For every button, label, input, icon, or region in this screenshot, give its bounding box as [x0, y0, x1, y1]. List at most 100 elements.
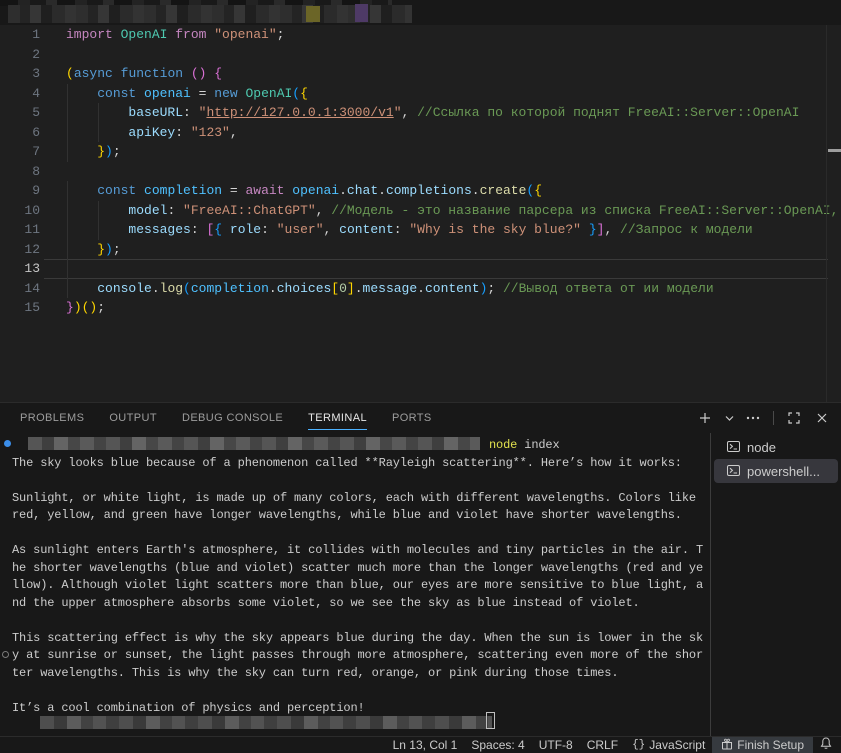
token-def: .	[152, 281, 160, 296]
line-number: 2	[0, 45, 40, 65]
new-terminal-button[interactable]	[694, 407, 716, 429]
code-line: 2	[0, 45, 841, 65]
token-b1: [	[331, 281, 339, 296]
panel-more-actions-button[interactable]	[742, 407, 764, 429]
line-number: 4	[0, 84, 40, 104]
token-str: "Why is the sky blue?"	[409, 222, 581, 237]
panel-actions	[694, 403, 833, 433]
indent-guide	[67, 181, 68, 201]
language-status[interactable]: {} JavaScript	[625, 737, 712, 753]
indent-guide	[67, 240, 68, 260]
token-b1: }	[97, 144, 105, 159]
panel-tab-debug-console[interactable]: DEBUG CONSOLE	[182, 403, 283, 433]
token-def	[136, 183, 144, 198]
token-def: .	[417, 281, 425, 296]
token-prop: choices	[277, 281, 332, 296]
token-var: completion	[191, 281, 269, 296]
token-def	[136, 86, 144, 101]
token-def	[66, 281, 97, 296]
token-cmt: //Вывод ответа от ии модели	[503, 281, 714, 296]
notifications-button[interactable]	[813, 737, 841, 753]
token-ctl: from	[167, 27, 214, 42]
plus-icon	[699, 412, 711, 424]
maximize-panel-button[interactable]	[783, 407, 805, 429]
cursor-position-status[interactable]: Ln 13, Col 1	[386, 737, 465, 753]
terminal-profile-dropdown[interactable]	[722, 407, 736, 429]
token-kw: new	[214, 86, 237, 101]
line-number: 5	[0, 103, 40, 123]
code-line: 12 });	[0, 240, 841, 260]
token-def: =	[191, 86, 214, 101]
token-var: openai	[144, 86, 191, 101]
redacted-tabs	[8, 5, 412, 23]
token-def	[66, 86, 97, 101]
bell-icon	[820, 737, 832, 753]
token-prop: content	[425, 281, 480, 296]
token-b1: (	[66, 66, 74, 81]
editor-scrollbar[interactable]	[826, 25, 827, 402]
code-text: });	[66, 142, 121, 162]
encoding-status[interactable]: UTF-8	[532, 737, 580, 753]
token-str: "user"	[277, 222, 324, 237]
indent-guide	[98, 201, 99, 221]
terminal-tab-label: node	[747, 440, 776, 455]
token-def: ,	[402, 105, 418, 120]
token-def	[222, 222, 230, 237]
finish-setup-button[interactable]: Finish Setup	[712, 737, 813, 753]
token-def: :	[191, 222, 207, 237]
line-number: 3	[0, 64, 40, 84]
token-ctl: await	[245, 183, 284, 198]
token-prop: completions	[386, 183, 472, 198]
redacted-prompt	[28, 437, 480, 450]
indent-guide	[67, 84, 68, 104]
terminal-tab-powershell[interactable]: powershell...	[714, 459, 838, 483]
code-text: (async function () {	[66, 64, 222, 84]
token-def	[183, 66, 191, 81]
terminal-tab-node[interactable]: node	[714, 435, 838, 459]
close-icon	[817, 413, 827, 423]
token-b1: {	[300, 86, 308, 101]
token-def	[581, 222, 589, 237]
editor-tab-bar[interactable]	[0, 0, 841, 25]
indent-guide	[67, 279, 68, 299]
status-bar: Ln 13, Col 1 Spaces: 4 UTF-8 CRLF {} Jav…	[0, 736, 841, 753]
token-def: :	[261, 222, 277, 237]
token-b3: (	[183, 281, 191, 296]
eol-status[interactable]: CRLF	[580, 737, 625, 753]
panel-tab-terminal[interactable]: TERMINAL	[308, 403, 367, 433]
token-prop: message	[363, 281, 418, 296]
token-def: .	[339, 183, 347, 198]
terminal-line	[0, 525, 710, 543]
command-argument: index	[517, 438, 559, 452]
code-line: 11 messages: [{ role: "user", content: "…	[0, 220, 841, 240]
indentation-status[interactable]: Spaces: 4	[464, 737, 531, 753]
terminal-command-line: node index	[0, 437, 710, 455]
panel-tab-problems[interactable]: PROBLEMS	[20, 403, 84, 433]
terminal-line	[0, 682, 710, 700]
token-def	[66, 242, 97, 257]
code-line: 7 });	[0, 142, 841, 162]
token-ctl: import	[66, 27, 121, 42]
indent-guide	[67, 259, 68, 279]
close-panel-button[interactable]	[811, 407, 833, 429]
token-b1: )()	[74, 300, 97, 315]
terminal-line: It’s a cool combination of physics and p…	[0, 700, 710, 718]
token-b3: )	[105, 144, 113, 159]
code-line: 3 (async function () {	[0, 64, 841, 84]
token-fn: log	[160, 281, 183, 296]
code-text: baseURL: "http://127.0.0.1:3000/v1", //С…	[66, 103, 799, 123]
chevron-down-icon	[725, 415, 734, 422]
redacted-prompt	[40, 716, 492, 729]
panel-tab-ports[interactable]: PORTS	[392, 403, 432, 433]
token-lnk: http://127.0.0.1:3000/v1	[206, 105, 393, 120]
terminal-output[interactable]: node indexThe sky looks blue because of …	[0, 433, 710, 737]
code-editor[interactable]: 1import OpenAI from "openai";23(async fu…	[0, 25, 841, 402]
command-program: node	[489, 438, 517, 452]
token-str: "FreeAI::ChatGPT"	[183, 203, 316, 218]
token-cls: OpenAI	[121, 27, 168, 42]
line-number: 15	[0, 298, 40, 318]
code-text: const completion = await openai.chat.com…	[66, 181, 542, 201]
code-text: const openai = new OpenAI({	[66, 84, 308, 104]
token-def	[66, 183, 97, 198]
panel-tab-output[interactable]: OUTPUT	[109, 403, 157, 433]
